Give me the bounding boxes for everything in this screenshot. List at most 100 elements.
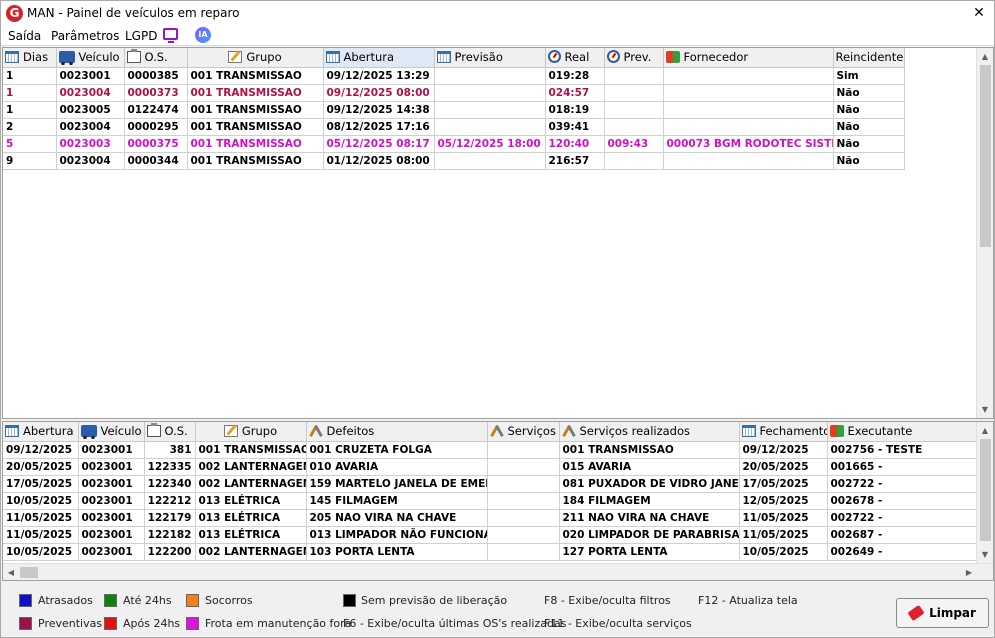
scroll-left-arrow-icon[interactable]: ◀ — [3, 564, 19, 580]
cell-grupo: 013 ELÉTRICA — [195, 492, 307, 510]
col-fornecedor[interactable]: Fornecedor — [663, 48, 834, 68]
scroll-right-arrow-icon[interactable]: ▶ — [961, 564, 977, 580]
cell-veiculo: 0023003 — [56, 135, 125, 153]
col-servicos-realizados[interactable]: Serviços realizados — [559, 422, 740, 442]
edit-icon — [228, 51, 243, 64]
limpar-button[interactable]: Limpar — [896, 598, 989, 628]
menu-parametros[interactable]: Parâmetros — [51, 29, 119, 43]
legend-swatch-preventivas — [19, 617, 32, 630]
col-grupo[interactable]: Grupo — [187, 48, 324, 68]
cell-abertura: 20/05/2025 — [3, 458, 79, 476]
cell-veiculo: 0023001 — [78, 526, 145, 544]
col-defeitos[interactable]: Defeitos — [306, 422, 488, 442]
cell-os: 122340 — [144, 475, 196, 493]
history-row[interactable]: 10/05/2025 0023001 122212 013 ELÉTRICA 145 F… — [3, 492, 979, 510]
legend-swatch-frota — [186, 617, 199, 630]
cell-abertura: 09/12/2025 — [3, 441, 79, 459]
menu-lgpd[interactable]: LGPD — [125, 29, 157, 43]
cell-os: 0000295 — [124, 118, 188, 136]
cell-os: 0000375 — [124, 135, 188, 153]
title-bar: G MAN - Painel de veículos em reparo ✕ — [1, 1, 994, 26]
cell-grupo: 001 TRANSMISSAO — [187, 152, 324, 170]
col-dias[interactable]: Dias — [3, 48, 57, 68]
cell-veiculo: 0023001 — [78, 509, 145, 527]
cell-os: 381 — [144, 441, 196, 459]
cell-os: 0122474 — [124, 101, 188, 119]
col-executante[interactable]: Executante — [827, 422, 979, 442]
col-previsao[interactable]: Previsão — [434, 48, 546, 68]
cell-dias: 2 — [3, 118, 57, 136]
legend-frota: Frota em manutenção fora — [205, 617, 352, 630]
scroll-down-arrow-icon[interactable]: ▼ — [977, 401, 993, 418]
cell-veiculo: 0023004 — [56, 152, 125, 170]
cell-prev — [604, 84, 664, 102]
cell-abertura: 05/12/2025 08:17 — [323, 135, 435, 153]
cell-defeitos: 205 NAO VIRA NA CHAVE — [306, 509, 488, 527]
cell-fechamento: 11/05/2025 — [739, 526, 828, 544]
cell-defeitos: 001 CRUZETA FOLGA — [306, 441, 488, 459]
col-servicos[interactable]: Serviços — [487, 422, 560, 442]
history-horizontal-scrollbar[interactable]: ◀ ▶ — [3, 563, 993, 580]
col-abertura[interactable]: Abertura — [3, 422, 79, 442]
col-veiculo[interactable]: Veículo — [56, 48, 125, 68]
close-button[interactable]: ✕ — [964, 1, 994, 26]
calendar-icon — [436, 51, 451, 64]
scroll-up-arrow-icon[interactable]: ▲ — [977, 422, 993, 439]
cell-servicos — [487, 441, 560, 459]
cell-real: 039:41 — [545, 118, 605, 136]
legend-swatch-atrasados — [19, 594, 32, 607]
col-real[interactable]: Real — [545, 48, 605, 68]
cell-dias: 9 — [3, 152, 57, 170]
vehicle-row[interactable]: 5 0023003 0000375 001 TRANSMISSAO 05/12/2025… — [3, 135, 905, 153]
cell-os: 122182 — [144, 526, 196, 544]
shortcut-f8: F8 - Exibe/oculta filtros — [544, 594, 671, 607]
cell-prev — [604, 67, 664, 85]
history-row[interactable]: 10/05/2025 0023001 122200 002 LANTERNAGEM 10… — [3, 543, 979, 561]
cell-real: 018:19 — [545, 101, 605, 119]
cell-veiculo: 0023001 — [78, 543, 145, 561]
col-abertura[interactable]: Abertura — [323, 48, 435, 68]
col-prev[interactable]: Prev. — [604, 48, 664, 68]
cell-prev — [604, 152, 664, 170]
history-row[interactable]: 09/12/2025 0023001 381 001 TRANSMISSAO 001 C… — [3, 441, 979, 459]
scroll-up-arrow-icon[interactable]: ▲ — [977, 48, 993, 65]
ia-icon[interactable]: IA — [195, 27, 211, 43]
scroll-thumb[interactable] — [980, 439, 991, 541]
vehicle-row[interactable]: 1 0023004 0000373 001 TRANSMISSAO 09/12/2025… — [3, 84, 905, 102]
scroll-thumb[interactable] — [20, 567, 38, 578]
vehicle-row[interactable]: 1 0023001 0000385 001 TRANSMISSAO 09/12/2025… — [3, 67, 905, 85]
col-os[interactable]: O.S. — [144, 422, 196, 442]
vehicle-row[interactable]: 1 0023005 0122474 001 TRANSMISSAO 09/12/2025… — [3, 101, 905, 119]
cell-abertura: 09/12/2025 13:29 — [323, 67, 435, 85]
col-veiculo[interactable]: Veículo — [78, 422, 145, 442]
col-grupo[interactable]: Grupo — [195, 422, 307, 442]
cell-defeitos: 159 MARTELO JANELA DE EMERG — [306, 475, 488, 493]
history-grid: Abertura Veículo O.S. Grupo Defeitos Ser… — [2, 421, 994, 581]
menu-saida[interactable]: Saída — [8, 29, 41, 43]
vehicles-vertical-scrollbar[interactable]: ▲ ▼ — [976, 48, 993, 418]
cell-executante: 002687 - — [827, 526, 979, 544]
menu-bar: Saída Parâmetros LGPD IA — [1, 26, 994, 46]
history-row[interactable]: 20/05/2025 0023001 122335 002 LANTERNAGEM 01… — [3, 458, 979, 476]
vehicle-row[interactable]: 9 0023004 0000344 001 TRANSMISSAO 01/12/2025… — [3, 152, 905, 170]
col-fechamento[interactable]: Fechamento — [739, 422, 828, 442]
cell-grupo: 001 TRANSMISSAO — [187, 135, 324, 153]
legend-preventivas: Preventivas — [38, 617, 103, 630]
executor-icon — [829, 425, 844, 438]
cell-executante: 001665 - — [827, 458, 979, 476]
cell-previsao — [434, 67, 546, 85]
history-row[interactable]: 17/05/2025 0023001 122340 002 LANTERNAGEM 15… — [3, 475, 979, 493]
scroll-down-arrow-icon[interactable]: ▼ — [977, 546, 993, 563]
col-os[interactable]: O.S. — [124, 48, 188, 68]
history-row[interactable]: 11/05/2025 0023001 122179 013 ELÉTRICA 205 N… — [3, 509, 979, 527]
history-row[interactable]: 11/05/2025 0023001 122182 013 ELÉTRICA 013 L… — [3, 526, 979, 544]
cell-real: 024:57 — [545, 84, 605, 102]
vehicle-row[interactable]: 2 0023004 0000295 001 TRANSMISSAO 08/12/2025… — [3, 118, 905, 136]
scroll-thumb[interactable] — [980, 65, 991, 247]
cell-executante: 002678 - — [827, 492, 979, 510]
cell-grupo: 002 LANTERNAGEM — [195, 475, 307, 493]
col-reincidente[interactable]: Reincidente — [833, 48, 905, 68]
cell-previsao: 05/12/2025 18:00 — [434, 135, 546, 153]
history-vertical-scrollbar[interactable]: ▲ ▼ — [976, 422, 993, 563]
monitor-icon[interactable] — [163, 28, 178, 43]
